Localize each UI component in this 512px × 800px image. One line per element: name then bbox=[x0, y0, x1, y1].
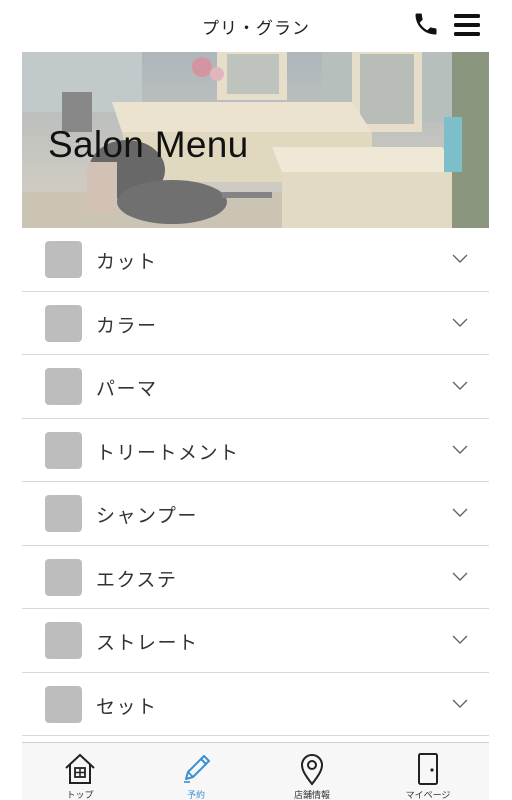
menu-item-label: ストレート bbox=[96, 632, 199, 654]
menu-item-label: パーマ bbox=[96, 378, 158, 400]
tab-top[interactable]: トップ bbox=[22, 743, 138, 800]
tab-label: マイページ bbox=[405, 791, 451, 800]
menu-item-label: エクステ bbox=[96, 568, 178, 591]
menu-thumbnail bbox=[45, 495, 82, 532]
menu-item-color[interactable]: カラー bbox=[22, 291, 489, 355]
chevron-down-icon[interactable] bbox=[452, 445, 468, 455]
menu-thumbnail bbox=[45, 368, 82, 405]
chevron-down-icon[interactable] bbox=[452, 381, 468, 391]
phone-icon[interactable] bbox=[412, 10, 440, 38]
menu-thumbnail bbox=[45, 304, 82, 342]
chevron-down-icon[interactable] bbox=[452, 318, 468, 328]
menu-item-extension[interactable]: エクステ bbox=[22, 545, 489, 609]
pencil-icon bbox=[184, 755, 210, 783]
menu-item-label: シャンプー bbox=[96, 505, 198, 527]
chevron-down-icon[interactable] bbox=[452, 508, 468, 518]
tab-reservation[interactable]: 予約 bbox=[138, 743, 254, 800]
bottom-tab-bar: トップ 予約 店舗情報 マイページ bbox=[22, 742, 489, 800]
menu-item-label: トリートメント bbox=[96, 441, 240, 464]
menu-thumbnail bbox=[45, 622, 82, 659]
menu-thumbnail bbox=[45, 241, 82, 278]
tab-label: トップ bbox=[66, 791, 94, 800]
door-icon bbox=[418, 753, 438, 785]
menu-thumbnail bbox=[45, 431, 82, 469]
menu-item-cut[interactable]: カット bbox=[22, 228, 489, 292]
home-icon bbox=[65, 753, 95, 784]
menu-thumbnail bbox=[45, 685, 82, 723]
menu-thumbnail bbox=[45, 558, 82, 596]
chevron-down-icon[interactable] bbox=[452, 699, 468, 709]
menu-item-label: セット bbox=[96, 695, 158, 718]
tab-label: 店舗情報 bbox=[293, 791, 330, 800]
tab-label: 予約 bbox=[186, 791, 205, 800]
menu-item-set[interactable]: セット bbox=[22, 672, 489, 736]
menu-list: カット カラー パーマ トリートメント シャンプー エクステ ストレート セット bbox=[22, 228, 489, 736]
menu-item-perm[interactable]: パーマ bbox=[22, 355, 489, 419]
menu-item-label: カット bbox=[96, 251, 158, 273]
chevron-down-icon[interactable] bbox=[452, 635, 468, 645]
tab-store-info[interactable]: 店舗情報 bbox=[254, 743, 370, 800]
chevron-down-icon[interactable] bbox=[452, 254, 468, 264]
menu-item-straight[interactable]: ストレート bbox=[22, 609, 489, 673]
menu-item-treatment[interactable]: トリートメント bbox=[22, 418, 489, 482]
menu-item-shampoo[interactable]: シャンプー bbox=[22, 482, 489, 546]
hero-title: Salon Menu bbox=[48, 124, 249, 165]
hamburger-menu-icon[interactable] bbox=[453, 12, 481, 38]
app-header: プリ・グラン bbox=[0, 0, 512, 52]
chevron-down-icon[interactable] bbox=[452, 572, 468, 582]
tab-my-page[interactable]: マイページ bbox=[370, 743, 486, 800]
hero-banner: Salon Menu bbox=[22, 52, 489, 228]
menu-item-label: カラー bbox=[96, 314, 158, 337]
location-pin-icon bbox=[300, 754, 324, 786]
